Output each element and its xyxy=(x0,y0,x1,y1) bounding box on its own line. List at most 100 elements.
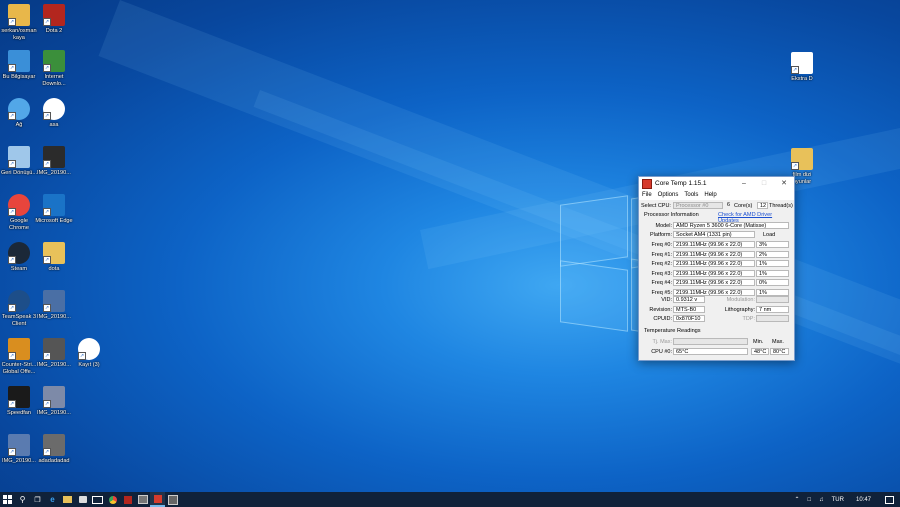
teamspeak-icon: ↗ xyxy=(8,290,30,312)
desktop-icon-label: IMG_20190... xyxy=(37,362,71,368)
taskbar-chrome[interactable] xyxy=(105,492,120,507)
desktop-icon[interactable]: ↗ IMG_20190... xyxy=(35,290,73,321)
load-value: 1% xyxy=(756,269,789,277)
desktop-icon[interactable]: ↗ Microsoft Edge xyxy=(35,194,73,225)
vid-label: VID: xyxy=(661,297,672,303)
maximize-button[interactable]: □ xyxy=(754,177,774,190)
image-icon: ↗ xyxy=(43,146,65,168)
image-icon: ↗ xyxy=(8,434,30,456)
desktop-icon[interactable]: ↗ dota xyxy=(35,242,73,273)
threads-label: Thread(s) xyxy=(769,203,793,209)
desktop-icon[interactable]: ↗ IMG_20190... xyxy=(35,386,73,417)
taskbar-dota[interactable] xyxy=(120,492,135,507)
store-icon xyxy=(78,496,87,503)
clock[interactable]: 10:47 xyxy=(856,497,871,503)
taskbar-core-temp[interactable] xyxy=(150,492,165,507)
windows-logo-pane xyxy=(560,260,628,332)
processor-select[interactable]: Processor #0 xyxy=(673,202,723,209)
threads-value: 12 xyxy=(757,202,768,209)
menu-options[interactable]: Options xyxy=(658,190,679,200)
desktop-icon[interactable]: ↗ Ekstra D xyxy=(783,52,821,83)
network-icon[interactable]: □ xyxy=(808,497,812,503)
cpuid-value: 0x870F10 xyxy=(673,315,705,322)
minimize-button[interactable]: – xyxy=(734,177,754,190)
taskbar-edge[interactable]: e xyxy=(45,492,60,507)
chrome-icon xyxy=(108,495,117,504)
taskbar-explorer[interactable] xyxy=(60,492,75,507)
desktop-icon-label: Ağ xyxy=(15,122,23,128)
cpu0-temp: 65°C xyxy=(673,348,748,355)
volume-icon[interactable]: ♫ xyxy=(819,497,824,503)
desktop-icon-label: Speedfan xyxy=(7,410,31,416)
task-view-button[interactable]: ❐ xyxy=(30,492,45,507)
taskbar-photos[interactable] xyxy=(135,492,150,507)
language-indicator[interactable]: TUR xyxy=(832,497,844,503)
desktop-icon[interactable]: ↗ IMG_20190... xyxy=(35,146,73,177)
freq-value: 2199.11MHz (99.96 x 22.0) xyxy=(673,288,755,296)
menu-help[interactable]: Help xyxy=(704,190,716,200)
dota-icon: ↗ xyxy=(43,4,65,26)
desktop-icon-label: IMG_20190... xyxy=(2,458,36,464)
desktop-icon[interactable]: ↗ serkan/osman kaya xyxy=(0,4,38,42)
start-button[interactable] xyxy=(0,492,15,507)
dota-icon xyxy=(123,495,132,504)
desktop-icon-label: Internet Downlo... xyxy=(42,74,66,87)
shortcut-arrow-icon: ↗ xyxy=(43,256,51,264)
media-file-icon: ↗ xyxy=(791,52,813,74)
show-hidden-icons-chevron-icon[interactable]: ⌃ xyxy=(794,496,799,503)
desktop-icon[interactable]: ↗ IMG_20190... xyxy=(35,338,73,369)
lithography-value: 7 nm xyxy=(756,306,789,313)
shortcut-arrow-icon: ↗ xyxy=(8,304,16,312)
desktop-icon[interactable]: ↗ Google Chrome xyxy=(0,194,38,232)
shortcut-arrow-icon: ↗ xyxy=(43,400,51,408)
chrome-icon: ↗ xyxy=(8,194,30,216)
task-view-icon: ❐ xyxy=(34,496,41,504)
desktop-icon[interactable]: ↗ Speedfan xyxy=(0,386,38,417)
desktop-icon[interactable]: ↗ Kayıt (3) xyxy=(70,338,108,369)
platform-label: Platform: xyxy=(649,232,672,238)
close-button[interactable]: ✕ xyxy=(774,177,794,190)
freq-label: Freq #1: xyxy=(651,251,672,258)
desktop-icon-label: IMG_20190... xyxy=(37,410,71,416)
desktop-icon-label: IMG_20190... xyxy=(37,170,71,176)
menu-tools[interactable]: Tools xyxy=(684,190,698,200)
taskbar-store[interactable] xyxy=(75,492,90,507)
desktop-icon[interactable]: ↗ IMG_20190... xyxy=(0,434,38,465)
temperature-readings-label: Temperature Readings xyxy=(644,328,701,334)
cpu0-min: 48°C xyxy=(751,348,769,355)
desktop-icon-label: Counter-Stri... Global Offe... xyxy=(1,362,37,375)
freq-label: Freq #4: xyxy=(651,280,672,286)
desktop-icon[interactable]: ↗ Bu Bilgisayar xyxy=(0,50,38,81)
desktop-icon[interactable]: ↗ Internet Downlo... xyxy=(35,50,73,88)
desktop-icon[interactable]: ↗ asa xyxy=(35,98,73,129)
edge-icon: e xyxy=(50,495,55,504)
shortcut-arrow-icon: ↗ xyxy=(8,64,16,72)
shortcut-arrow-icon: ↗ xyxy=(8,448,16,456)
desktop-icon[interactable]: ↗ Steam xyxy=(0,242,38,273)
freq-value: 2199.11MHz (99.96 x 22.0) xyxy=(673,279,755,286)
desktop-icon[interactable]: ↗ Counter-Stri... Global Offe... xyxy=(0,338,38,376)
window-titlebar[interactable]: Core Temp 1.15.1 – □ ✕ xyxy=(639,177,794,190)
tdp-field xyxy=(756,315,789,322)
processor-info-label: Processor Information xyxy=(644,212,699,218)
desktop-icon[interactable]: ↗ Dota 2 xyxy=(35,4,73,35)
shortcut-arrow-icon: ↗ xyxy=(8,352,16,360)
shortcut-arrow-icon: ↗ xyxy=(8,256,16,264)
windows-logo-pane xyxy=(560,195,628,267)
desktop-icon[interactable]: ↗ Ağ xyxy=(0,98,38,129)
search-button[interactable]: ⚲ xyxy=(15,492,30,507)
computer-icon: ↗ xyxy=(8,50,30,72)
freq-value: 2199.11MHz (99.96 x 22.0) xyxy=(673,260,755,267)
notification-icon[interactable] xyxy=(885,495,894,504)
platform-value: Socket AM4 (1331 pin) xyxy=(673,231,755,238)
desktop-icon[interactable]: ↗ adadadadad xyxy=(35,434,73,465)
desktop-icon-label: dota xyxy=(48,266,60,272)
taskbar-mail[interactable] xyxy=(90,492,105,507)
desktop-icon[interactable]: ↗ TeamSpeak 3 Client xyxy=(0,290,38,328)
shortcut-arrow-icon: ↗ xyxy=(78,352,86,360)
menu-file[interactable]: File xyxy=(642,190,652,200)
taskbar-speedfan[interactable] xyxy=(165,492,180,507)
core-temp-window[interactable]: Core Temp 1.15.1 – □ ✕ File Options Tool… xyxy=(638,176,795,361)
desktop-icon[interactable]: ↗ Geri Dönüşü... xyxy=(0,146,38,177)
shortcut-arrow-icon: ↗ xyxy=(43,304,51,312)
